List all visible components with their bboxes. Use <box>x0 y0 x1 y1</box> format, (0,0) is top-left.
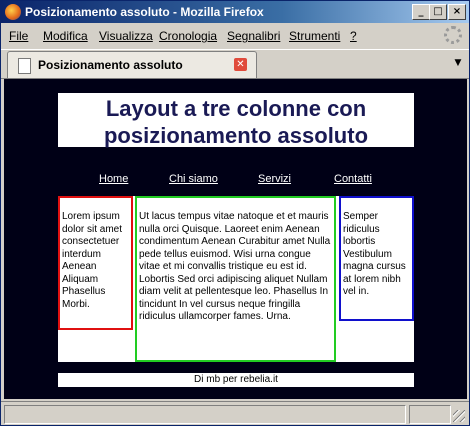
menu-segnalibri[interactable]: Segnalibri <box>227 29 280 43</box>
nav-link-contatti[interactable]: Contatti <box>334 173 372 185</box>
nav-link-servizi[interactable]: Servizi <box>258 173 291 185</box>
page-footer: Di mb per rebelia.it <box>58 373 414 387</box>
menu-visualizza[interactable]: Visualizza <box>99 29 153 43</box>
menu-bar: File Modifica Visualizza Cronologia Segn… <box>1 25 469 47</box>
close-button[interactable]: × <box>448 4 466 20</box>
tab-posizionamento-assoluto[interactable]: Posizionamento assoluto ✕ <box>7 51 257 78</box>
tab-list-dropdown-icon[interactable]: ▼ <box>449 54 467 72</box>
menu-strumenti[interactable]: Strumenti <box>289 29 340 43</box>
maximize-button[interactable]: □ <box>429 4 447 20</box>
nav-link-chi-siamo[interactable]: Chi siamo <box>169 173 218 185</box>
content-viewport: Layout a tre colonne con posizionamento … <box>4 79 467 399</box>
nav-link-home[interactable]: Home <box>99 173 128 185</box>
menu-modifica[interactable]: Modifica <box>43 29 88 43</box>
right-column: Semper ridiculus lobortis Vestibulum mag… <box>339 196 414 321</box>
firefox-icon <box>5 4 21 20</box>
tab-bar: Posizionamento assoluto ✕ <box>1 49 469 79</box>
resize-grip-icon[interactable] <box>453 410 465 422</box>
browser-window: Posizionamento assoluto - Mozilla Firefo… <box>0 0 470 426</box>
page-icon <box>18 58 31 74</box>
throbber-icon <box>444 26 462 44</box>
left-column: Lorem ipsum dolor sit amet consectetuer … <box>58 196 133 330</box>
menu-file[interactable]: File <box>9 29 28 43</box>
title-bar: Posizionamento assoluto - Mozilla Firefo… <box>1 1 469 23</box>
status-bar <box>1 401 469 426</box>
menu-cronologia[interactable]: Cronologia <box>159 29 217 43</box>
page-header: Layout a tre colonne con posizionamento … <box>58 93 414 148</box>
status-indicator-panel <box>409 405 451 424</box>
page-heading: Layout a tre colonne con posizionamento … <box>103 96 369 148</box>
center-column: Ut lacus tempus vitae natoque et et maur… <box>135 196 336 362</box>
window-title: Posizionamento assoluto - Mozilla Firefo… <box>25 5 264 19</box>
page-nav: Home Chi siamo Servizi Contatti <box>58 173 414 187</box>
status-text-panel <box>4 405 406 424</box>
tab-title: Posizionamento assoluto <box>38 58 183 72</box>
menu-help[interactable]: ? <box>350 29 357 43</box>
tab-close-icon[interactable]: ✕ <box>234 58 247 71</box>
minimize-button[interactable]: _ <box>412 4 430 20</box>
